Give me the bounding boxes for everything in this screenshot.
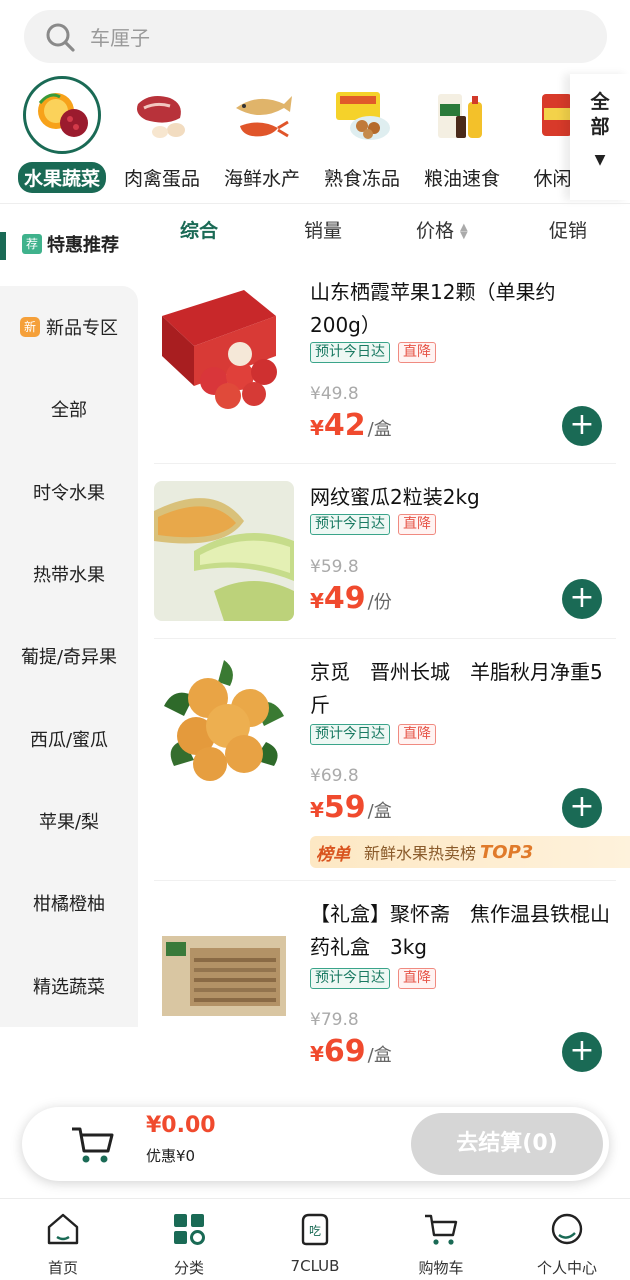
product-image [154, 481, 294, 621]
sidebar-item-tropical[interactable]: 热带水果 [0, 533, 138, 615]
sidebar-item-apples-pears[interactable]: 苹果/梨 [0, 780, 138, 862]
sidebar-item-melons[interactable]: 西瓜/蜜瓜 [0, 697, 138, 779]
category-grain-oil[interactable]: 粮油速食 [412, 70, 512, 191]
product-tags: 预计今日达 直降 [310, 968, 436, 989]
svg-text:吃: 吃 [309, 1224, 321, 1238]
nav-7club[interactable]: 吃 7CLUB [252, 1211, 378, 1275]
sort-bar: 综合 销量 价格 ▲ ▼ 促销 [138, 204, 630, 252]
shopping-cart-icon [425, 1214, 458, 1245]
product-tags: 预计今日达 直降 [310, 514, 436, 535]
page: 车厘子 水果蔬菜 肉禽蛋品 海鲜水产 熟食冻品 粮油速食 休闲零 全 部 ▼ 荐… [0, 0, 630, 1280]
grain-oil-image [426, 78, 498, 150]
delivery-tag: 预计今日达 [310, 342, 390, 363]
sidebar-item-seasonal[interactable]: 时令水果 [0, 451, 138, 533]
new-products-icon: 新 [20, 317, 40, 338]
ranking-top: TOP3 [480, 841, 534, 863]
delivery-tag: 预计今日达 [310, 968, 390, 989]
cart-bar: ¥0.00 优惠¥0 去结算(0) [22, 1107, 609, 1181]
nav-home[interactable]: 首页 [0, 1211, 126, 1278]
ranking-label: 榜单 [316, 844, 350, 865]
all-categories-button[interactable]: 全 部 ▼ [570, 74, 630, 200]
sidebar: 荐 特惠推荐 新 新品专区 全部 时令水果 热带水果 葡提/奇异果 西瓜/蜜瓜 … [0, 204, 138, 1027]
seafood-image [226, 78, 298, 150]
cart-discount: 优惠¥0 [146, 1147, 196, 1165]
sort-sales[interactable]: 销量 [304, 216, 342, 243]
sidebar-item-grapes-kiwi[interactable]: 葡提/奇异果 [0, 615, 138, 697]
product-title: 【礼盒】聚怀斋 焦作温县铁棍山药礼盒 3kg [310, 902, 610, 959]
all-categories-label: 全 部 [590, 91, 610, 138]
product-tags: 预计今日达 直降 [310, 724, 436, 745]
profile-icon [551, 1213, 583, 1245]
search-input[interactable]: 车厘子 [90, 22, 150, 51]
cart-icon[interactable] [70, 1123, 114, 1165]
bottom-nav: 首页 分类 吃 7CLUB 购物车 个人中心 [0, 1198, 630, 1280]
divider [154, 880, 616, 881]
sidebar-item-vegetables[interactable]: 精选蔬菜 [0, 944, 138, 1026]
sort-arrows-icon: ▲ ▼ [460, 221, 468, 241]
sort-price[interactable]: 价格 ▲ ▼ [416, 216, 468, 243]
add-to-cart-button[interactable]: + [562, 579, 602, 619]
add-to-cart-button[interactable]: + [562, 788, 602, 828]
price-drop-tag: 直降 [398, 724, 436, 745]
delivery-tag: 预计今日达 [310, 724, 390, 745]
product-image [154, 656, 294, 796]
ranking-text: 新鲜水果热卖榜 [364, 844, 477, 863]
product-image [154, 276, 294, 416]
add-to-cart-button[interactable]: + [562, 1032, 602, 1072]
meat-eggs-image [126, 78, 198, 150]
category-icon [174, 1214, 205, 1245]
cooked-frozen-image [326, 78, 398, 150]
current-price: ¥49/份 [310, 581, 392, 616]
category-strip: 水果蔬菜 肉禽蛋品 海鲜水产 熟食冻品 粮油速食 休闲零 [0, 70, 630, 200]
price-drop-tag: 直降 [398, 968, 436, 989]
category-cooked-frozen[interactable]: 熟食冻品 [312, 70, 412, 191]
product-title: 京觅 晋州长城 羊脂秋月净重5斤 [310, 660, 603, 717]
product-card[interactable]: 山东栖霞苹果12颗（单果约200g） 预计今日达 直降 ¥49.8 ¥42/盒 … [154, 276, 616, 456]
price-drop-tag: 直降 [398, 342, 436, 363]
product-title: 网纹蜜瓜2粒装2kg [310, 485, 480, 509]
sidebar-item-citrus[interactable]: 柑橘橙柚 [0, 862, 138, 944]
current-price: ¥59/盒 [310, 790, 392, 825]
search-icon [46, 23, 75, 52]
divider [154, 638, 616, 639]
chevron-down-icon: ▼ [594, 152, 606, 168]
ranking-banner[interactable]: 榜单 新鲜水果热卖榜 TOP3 › [310, 836, 630, 868]
original-price: ¥69.8 [310, 766, 359, 786]
product-card[interactable]: 网纹蜜瓜2粒装2kg 预计今日达 直降 ¥59.8 ¥49/份 + [154, 481, 616, 641]
product-card[interactable]: 【礼盒】聚怀斋 焦作温县铁棍山药礼盒 3kg 预计今日达 直降 ¥79.8 ¥6… [154, 898, 616, 1088]
fruit-veg-image [23, 76, 101, 154]
home-icon [47, 1213, 79, 1245]
sidebar-item-all[interactable]: 全部 [0, 368, 138, 450]
sidebar-item-special-recommend[interactable]: 荐 特惠推荐 [0, 204, 138, 286]
original-price: ¥59.8 [310, 557, 359, 577]
product-card[interactable]: 京觅 晋州长城 羊脂秋月净重5斤 预计今日达 直降 ¥69.8 ¥59/盒 + … [154, 656, 630, 868]
price-drop-tag: 直降 [398, 514, 436, 535]
divider [154, 463, 616, 464]
recommend-badge-icon: 荐 [22, 234, 42, 254]
category-meat-eggs[interactable]: 肉禽蛋品 [112, 70, 212, 191]
cart-total: ¥0.00 [146, 1113, 216, 1138]
category-seafood[interactable]: 海鲜水产 [212, 70, 312, 191]
sort-comprehensive[interactable]: 综合 [180, 216, 218, 243]
product-tags: 预计今日达 直降 [310, 342, 436, 363]
nav-category[interactable]: 分类 [126, 1211, 252, 1278]
checkout-button[interactable]: 去结算(0) [411, 1113, 603, 1175]
original-price: ¥79.8 [310, 1010, 359, 1030]
sidebar-item-new[interactable]: 新 新品专区 [0, 286, 138, 368]
product-title: 山东栖霞苹果12颗（单果约200g） [310, 280, 556, 337]
delivery-tag: 预计今日达 [310, 514, 390, 535]
sort-promotion[interactable]: 促销 [549, 216, 587, 243]
nav-profile[interactable]: 个人中心 [504, 1211, 630, 1278]
current-price: ¥69/盒 [310, 1034, 392, 1069]
category-fruit-veg[interactable]: 水果蔬菜 [12, 70, 112, 193]
product-image [154, 908, 294, 1048]
current-price: ¥42/盒 [310, 408, 392, 443]
sidebar-list: 新 新品专区 全部 时令水果 热带水果 葡提/奇异果 西瓜/蜜瓜 苹果/梨 柑橘… [0, 286, 138, 1027]
7club-icon: 吃 [301, 1213, 329, 1246]
active-indicator [0, 232, 6, 260]
original-price: ¥49.8 [310, 384, 359, 404]
add-to-cart-button[interactable]: + [562, 406, 602, 446]
nav-cart[interactable]: 购物车 [378, 1211, 504, 1278]
search-bar[interactable]: 车厘子 [24, 10, 607, 63]
